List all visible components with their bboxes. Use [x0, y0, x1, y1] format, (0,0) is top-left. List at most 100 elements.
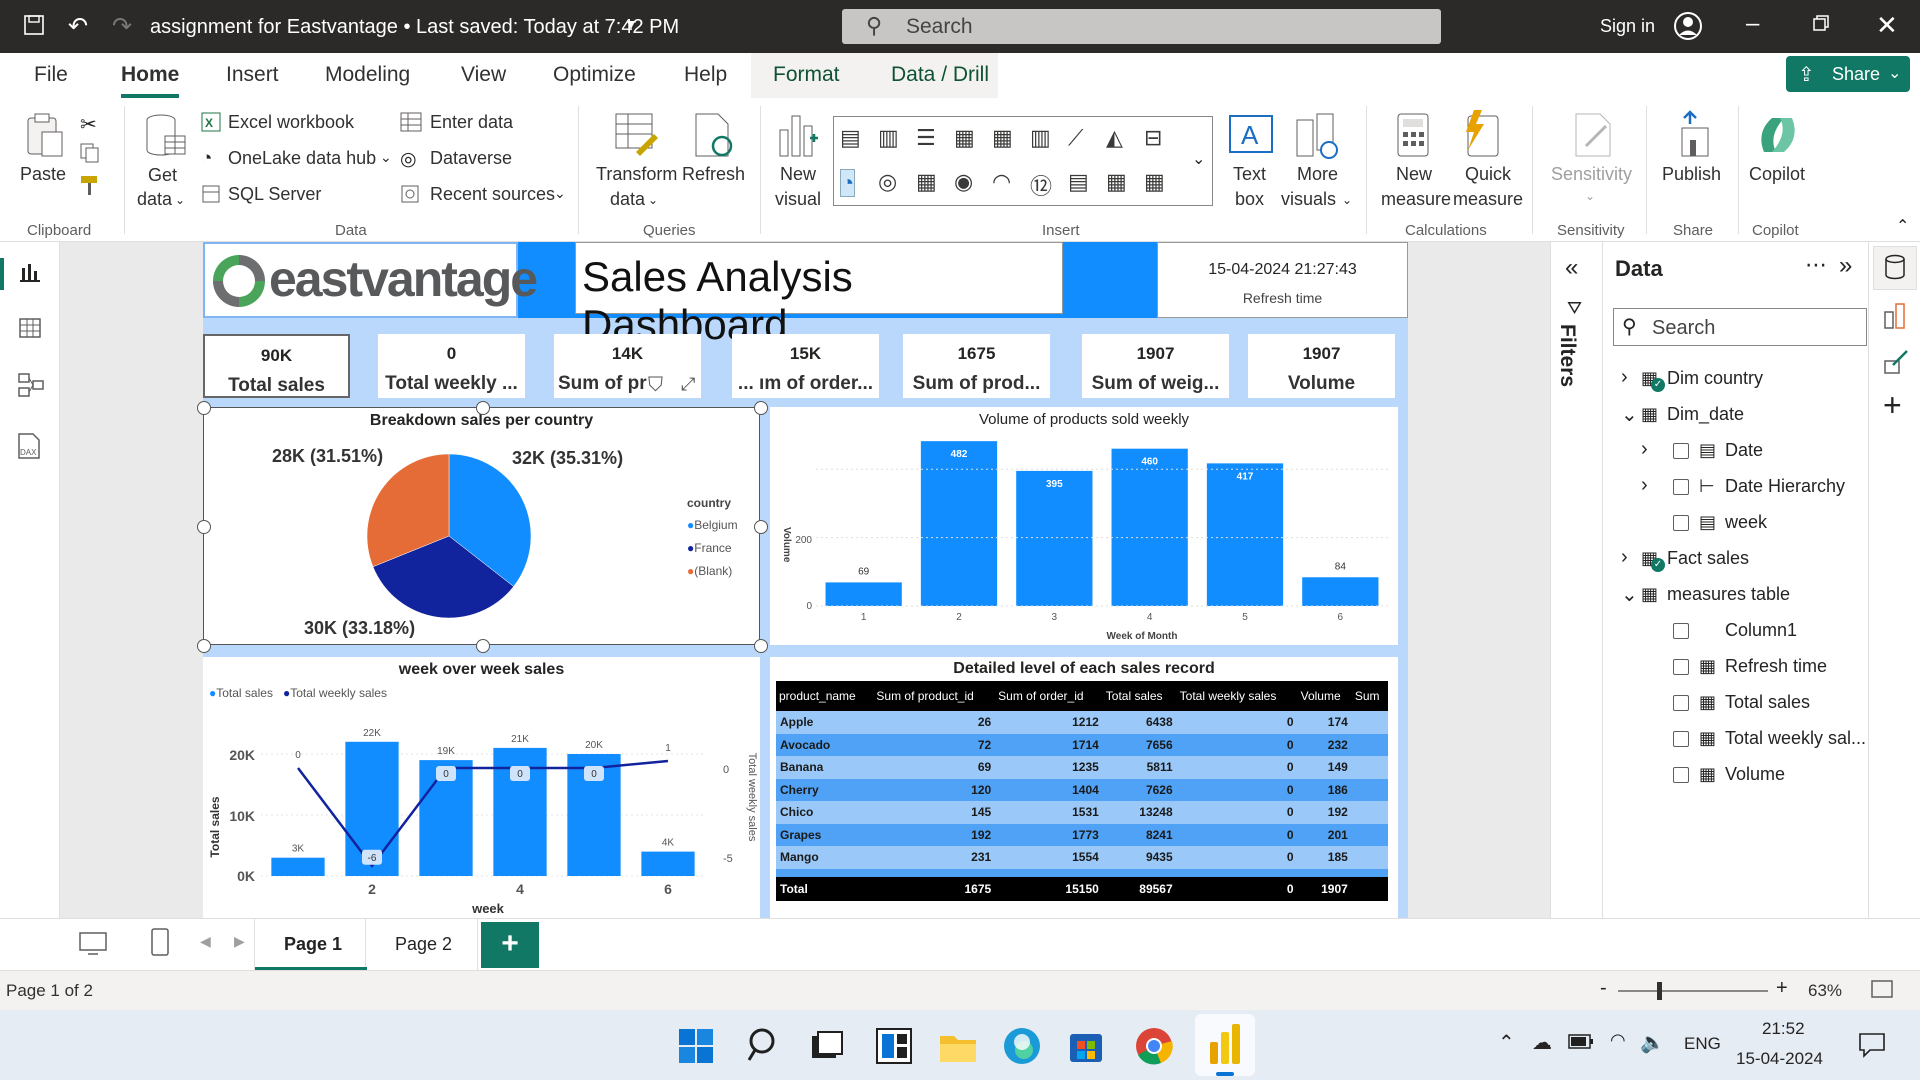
new-visual-icon[interactable]: [776, 112, 820, 163]
get-data-label[interactable]: Get: [148, 165, 177, 186]
store-icon[interactable]: [1068, 1028, 1104, 1069]
field-item[interactable]: ▦ Volume: [1603, 760, 1869, 792]
transform-data-button[interactable]: data: [610, 189, 645, 210]
recent-sources-button[interactable]: Recent sources: [430, 184, 555, 205]
menu-view[interactable]: View: [461, 63, 506, 87]
field-item[interactable]: ▦ Refresh time: [1603, 652, 1869, 684]
field-item[interactable]: ▦ Total sales: [1603, 688, 1869, 720]
expand-icon[interactable]: ›: [1621, 546, 1628, 569]
field-item[interactable]: ▦ Total weekly sal...: [1603, 724, 1869, 756]
funnel-visual-icon[interactable]: ⊟: [1144, 125, 1162, 151]
visualizations-icon[interactable]: [1883, 302, 1909, 335]
zoom-slider-thumb[interactable]: [1657, 982, 1662, 1000]
language-indicator[interactable]: ENG: [1684, 1034, 1721, 1054]
field-item[interactable]: ⌄ ▦ Dim_date: [1603, 400, 1869, 432]
collapse-icon[interactable]: ⌄: [1621, 582, 1638, 607]
mobile-layout-icon[interactable]: [150, 927, 170, 962]
gallery-expand-icon[interactable]: ⌄: [1192, 149, 1205, 169]
field-item[interactable]: › ⊢ Date Hierarchy: [1603, 472, 1869, 504]
format-pane-icon[interactable]: [1883, 347, 1909, 380]
file-explorer-icon[interactable]: [938, 1030, 978, 1069]
expand-filters-icon[interactable]: «: [1565, 254, 1578, 282]
stacked-column-icon[interactable]: ▥: [878, 125, 899, 151]
column-header[interactable]: Total sales: [1103, 681, 1177, 711]
field-item[interactable]: › ▦ ✓ Fact sales: [1603, 544, 1869, 576]
clock-date[interactable]: 15-04-2024: [1736, 1049, 1823, 1069]
paste-button[interactable]: Paste: [20, 164, 66, 185]
volume-bar[interactable]: [825, 582, 902, 606]
start-icon[interactable]: [678, 1028, 714, 1069]
account-icon[interactable]: [1673, 11, 1703, 46]
more-visuals-icon[interactable]: [1295, 112, 1339, 165]
get-data-button[interactable]: data: [137, 189, 172, 210]
quick-measure-button[interactable]: measure: [1453, 189, 1523, 210]
report-view-icon[interactable]: [18, 260, 42, 289]
search-input[interactable]: ⚲ Search: [842, 9, 1441, 44]
table-row[interactable]: Apple 26 1212 6438 0 174: [776, 711, 1388, 734]
matrix-visual-icon[interactable]: ▦: [1144, 169, 1165, 195]
field-checkbox[interactable]: [1673, 515, 1689, 531]
volume-bar[interactable]: [1206, 463, 1284, 606]
resize-handle[interactable]: [754, 401, 768, 415]
get-data-icon[interactable]: [143, 112, 187, 165]
field-checkbox[interactable]: [1673, 695, 1689, 711]
add-page-button[interactable]: +: [481, 922, 539, 968]
copilot-button[interactable]: Copilot: [1749, 164, 1805, 185]
sql-server-button[interactable]: SQL Server: [228, 184, 321, 205]
stacked-bar-icon[interactable]: ▤: [840, 125, 861, 151]
new-visual-button[interactable]: visual: [775, 189, 821, 210]
table-row[interactable]: Cherry 120 1404 7626 0 186: [776, 778, 1388, 801]
transform-data-label[interactable]: Transform: [596, 164, 677, 185]
more-options-icon[interactable]: ⋯: [1805, 252, 1827, 278]
volume-icon[interactable]: 🔈: [1640, 1030, 1665, 1055]
kpi-card-sum-order[interactable]: 15K ... ım of order...: [732, 334, 879, 398]
table-row[interactable]: Banana 69 1235 5811 0 149: [776, 756, 1388, 779]
line-chart-icon[interactable]: ⟋: [1068, 125, 1083, 151]
save-icon[interactable]: [22, 13, 46, 42]
dataverse-button[interactable]: Dataverse: [430, 148, 512, 169]
zoom-in-icon[interactable]: +: [1776, 977, 1788, 1000]
kpi-card-total-sales[interactable]: 90K Total sales: [203, 334, 350, 398]
resize-handle[interactable]: [476, 401, 490, 415]
volume-bar[interactable]: [1302, 577, 1379, 606]
resize-handle[interactable]: [197, 520, 211, 534]
tab-page-2[interactable]: Page 2: [366, 919, 478, 971]
expand-icon[interactable]: ›: [1641, 438, 1648, 461]
taskbar-search-icon[interactable]: [746, 1026, 782, 1069]
widgets-icon[interactable]: [876, 1028, 912, 1069]
field-checkbox[interactable]: [1673, 479, 1689, 495]
collapse-pane-icon[interactable]: »: [1839, 252, 1852, 280]
column-header[interactable]: Sum: [1352, 681, 1388, 711]
column-header[interactable]: Sum of product_id: [873, 681, 995, 711]
kpi-card-sum-product-id[interactable]: 1675 Sum of prod...: [903, 334, 1050, 398]
tab-page-1[interactable]: Page 1: [254, 919, 367, 971]
field-checkbox[interactable]: [1673, 623, 1689, 639]
onelake-button[interactable]: OneLake data hub: [228, 148, 376, 169]
new-visual-label[interactable]: New: [780, 164, 816, 185]
field-checkbox[interactable]: [1673, 659, 1689, 675]
column-header[interactable]: product_name: [776, 681, 873, 711]
kpi-card-total-weekly[interactable]: 0 Total weekly ...: [378, 334, 525, 398]
gauge-visual-icon[interactable]: ◠: [992, 169, 1011, 195]
undo-icon[interactable]: ↶: [68, 12, 88, 41]
share-button[interactable]: ⇪ Share ⌄: [1786, 56, 1910, 92]
text-box-button[interactable]: box: [1235, 189, 1264, 210]
excel-workbook-button[interactable]: Excel workbook: [228, 112, 354, 133]
menu-data-drill[interactable]: Data / Drill: [891, 63, 989, 87]
total-sales-bar[interactable]: [271, 857, 325, 876]
column-header[interactable]: Sum of order_id: [995, 681, 1103, 711]
clock-time[interactable]: 21:52: [1762, 1019, 1805, 1039]
format-painter-icon[interactable]: [79, 174, 101, 201]
close-icon[interactable]: ✕: [1876, 10, 1898, 41]
field-checkbox[interactable]: [1673, 767, 1689, 783]
clustered-bar-icon[interactable]: ☰: [916, 125, 936, 151]
menu-file[interactable]: File: [34, 63, 68, 87]
minimize-icon[interactable]: –: [1746, 10, 1759, 38]
resize-handle[interactable]: [754, 639, 768, 653]
field-item[interactable]: Column1: [1603, 616, 1869, 648]
table-row[interactable]: Grapes 192 1773 8241 0 201: [776, 823, 1388, 846]
transform-data-icon[interactable]: [614, 112, 658, 163]
resize-handle[interactable]: [197, 639, 211, 653]
menu-insert[interactable]: Insert: [226, 63, 279, 87]
expand-icon[interactable]: ›: [1621, 366, 1628, 389]
